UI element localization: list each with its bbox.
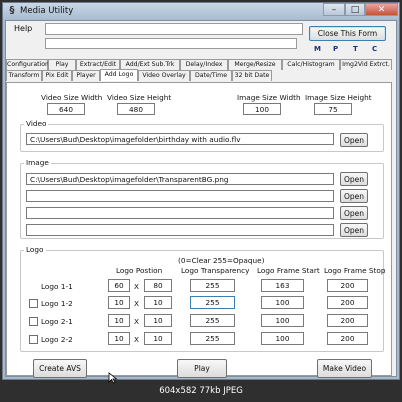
image-path-field-4[interactable] (26, 224, 334, 236)
image-width-field[interactable]: 100 (243, 103, 281, 115)
image-open-button-1[interactable]: Open (340, 172, 368, 186)
tab-play[interactable]: Play (48, 59, 76, 70)
tab-delay-index[interactable]: Delay/Index (180, 59, 228, 70)
logo-1-2-stop-field[interactable]: 200 (327, 296, 368, 309)
window-title: Media Utility (20, 6, 74, 16)
tab-img2vid[interactable]: Img2Vid Extrct. (340, 59, 392, 70)
logo-1-1-label: Logo 1-1 (41, 282, 73, 291)
play-button[interactable]: Play (177, 359, 227, 378)
logo-2-1-x-separator: X (134, 317, 139, 326)
top-text-box-2[interactable] (45, 38, 297, 49)
logo-1-2-checkbox[interactable] (29, 299, 38, 308)
header-logo-transparency: Logo Transparency (181, 266, 250, 275)
tab-32bit-date[interactable]: 32 bit Date (232, 70, 272, 81)
p-indicator: P (333, 45, 339, 53)
close-window-button[interactable]: ✕ (365, 3, 398, 16)
video-width-label: Video Size Width (41, 93, 103, 102)
logo-2-2-x-separator: X (134, 335, 139, 344)
video-height-field[interactable]: 480 (117, 103, 155, 115)
menu-help[interactable]: Help (14, 24, 32, 33)
image-height-label: Image Size Height (305, 93, 372, 102)
video-group-title: Video (24, 119, 49, 128)
app-s-icon: § (9, 5, 15, 16)
video-height-label: Video Size Height (107, 93, 172, 102)
logo-1-1-stop-field[interactable]: 200 (327, 279, 368, 292)
logo-1-2-label: Logo 1-2 (41, 299, 73, 308)
logo-1-2-y-field[interactable]: 10 (144, 296, 172, 309)
tab-video-overlay[interactable]: Video Overlay (138, 70, 190, 81)
logo-2-1-label: Logo 2-1 (41, 317, 73, 326)
logo-2-2-stop-field[interactable]: 200 (327, 332, 368, 345)
video-width-field[interactable]: 640 (47, 103, 85, 115)
tab-add-logo[interactable]: Add Logo (100, 69, 138, 81)
make-video-button[interactable]: Make Video (317, 359, 372, 378)
image-path-field-1[interactable]: C:\Users\Bud\Desktop\imagefolder\Transpa… (26, 173, 334, 185)
logo-1-2-transparency-field[interactable]: 255 (190, 296, 235, 309)
minimize-button[interactable]: – (323, 3, 345, 16)
image-open-button-2[interactable]: Open (340, 189, 368, 203)
logo-1-1-y-field[interactable]: 80 (144, 279, 172, 292)
header-logo-position: Logo Postion (116, 266, 163, 275)
m-indicator: M (314, 45, 321, 53)
c-indicator: C (372, 45, 378, 53)
logo-2-1-transparency-field[interactable]: 255 (190, 314, 235, 327)
video-open-button[interactable]: Open (340, 133, 368, 147)
logo-2-2-y-field[interactable]: 10 (144, 332, 172, 345)
logo-2-2-checkbox[interactable] (29, 335, 38, 344)
logo-2-1-start-field[interactable]: 100 (261, 314, 304, 327)
t-indicator: T (353, 45, 358, 53)
video-path-field[interactable]: C:\Users\Bud\Desktop\imagefolder\birthda… (26, 133, 334, 145)
create-avs-button[interactable]: Create AVS (33, 359, 87, 378)
logo-2-1-x-field[interactable]: 10 (108, 314, 130, 327)
logo-2-2-x-field[interactable]: 10 (108, 332, 130, 345)
logo-2-1-stop-field[interactable]: 200 (327, 314, 368, 327)
image-open-button-3[interactable]: Open (340, 206, 368, 220)
image-width-label: Image Size Width (237, 93, 301, 102)
logo-group-title: Logo (24, 245, 46, 254)
logo-1-1-x-field[interactable]: 60 (108, 279, 130, 292)
tab-merge-resize[interactable]: Merge/Resize (228, 59, 282, 70)
logo-2-2-transparency-field[interactable]: 255 (190, 332, 235, 345)
transparency-note: (0=Clear 255=Opaque) (178, 256, 265, 265)
logo-1-2-start-field[interactable]: 100 (261, 296, 304, 309)
logo-2-2-label: Logo 2-2 (41, 335, 73, 344)
logo-1-2-x-field[interactable]: 10 (108, 296, 130, 309)
image-group-title: Image (24, 158, 51, 167)
logo-1-2-x-separator: X (134, 299, 139, 308)
tab-calc-histogram[interactable]: Calc/Histogram (282, 59, 340, 70)
top-text-box-1[interactable] (45, 23, 303, 35)
logo-1-1-start-field[interactable]: 163 (261, 279, 304, 292)
image-path-field-3[interactable] (26, 207, 334, 219)
logo-2-1-checkbox[interactable] (29, 317, 38, 326)
tab-configuration[interactable]: Configuration (6, 59, 49, 70)
image-height-field[interactable]: 75 (314, 103, 352, 115)
tab-player[interactable]: Player (72, 70, 100, 81)
image-path-field-2[interactable] (26, 190, 334, 202)
logo-1-1-x-separator: X (134, 282, 139, 291)
logo-2-2-start-field[interactable]: 100 (261, 332, 304, 345)
tab-transform[interactable]: Transform (6, 70, 42, 81)
image-info-status: 604x582 77kb JPEG (159, 386, 243, 396)
logo-1-1-transparency-field[interactable]: 255 (190, 279, 235, 292)
header-logo-frame-stop: Logo Frame Stop (324, 266, 386, 275)
maximize-button[interactable]: □ (345, 3, 365, 16)
close-form-button[interactable]: Close This Form (309, 26, 386, 41)
image-open-button-4[interactable]: Open (340, 223, 368, 237)
tab-date-time[interactable]: Date/Time (190, 70, 232, 81)
logo-2-1-y-field[interactable]: 10 (144, 314, 172, 327)
header-logo-frame-start: Logo Frame Start (257, 266, 320, 275)
tab-pix-edit[interactable]: Pix Edit (42, 70, 72, 81)
